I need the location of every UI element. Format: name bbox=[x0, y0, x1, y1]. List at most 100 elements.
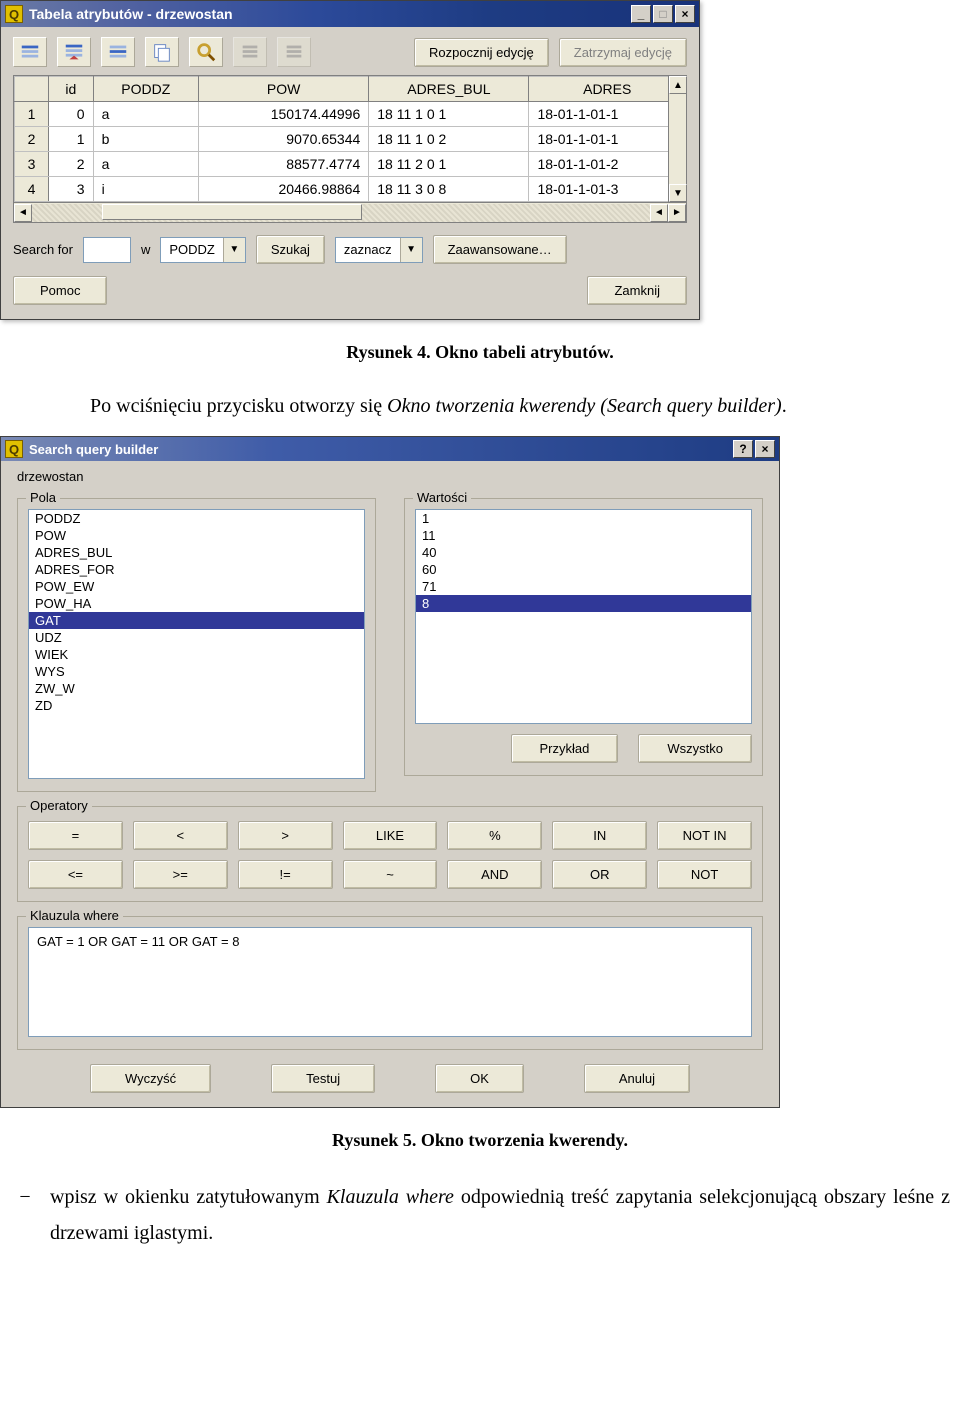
cell-adres-bul[interactable]: 18 11 3 0 8 bbox=[369, 177, 529, 202]
operator-button[interactable]: != bbox=[238, 860, 333, 889]
field-item[interactable]: WYS bbox=[29, 663, 364, 680]
value-item[interactable]: 11 bbox=[416, 527, 751, 544]
col-rownum[interactable] bbox=[15, 77, 49, 102]
cell-pow[interactable]: 150174.44996 bbox=[199, 102, 369, 127]
operator-button[interactable]: ~ bbox=[343, 860, 438, 889]
col-pow[interactable]: POW bbox=[199, 77, 369, 102]
copy-selection-icon[interactable] bbox=[145, 37, 179, 67]
search-field-combo[interactable]: PODDZ ▼ bbox=[160, 237, 246, 263]
clear-button[interactable]: Wyczyść bbox=[90, 1064, 211, 1093]
row-number[interactable]: 4 bbox=[15, 177, 49, 202]
field-item[interactable]: POW_HA bbox=[29, 595, 364, 612]
cell-adres[interactable]: 18-01-1-01-2 bbox=[529, 152, 686, 177]
cell-poddz[interactable]: a bbox=[93, 152, 198, 177]
scroll-down-icon[interactable]: ▼ bbox=[669, 184, 687, 202]
cell-poddz[interactable]: a bbox=[93, 102, 198, 127]
cell-adres-bul[interactable]: 18 11 1 0 1 bbox=[369, 102, 529, 127]
row-number[interactable]: 3 bbox=[15, 152, 49, 177]
help-button[interactable]: Pomoc bbox=[13, 276, 107, 305]
value-item[interactable]: 40 bbox=[416, 544, 751, 561]
col-id[interactable]: id bbox=[49, 77, 94, 102]
cell-id[interactable]: 2 bbox=[49, 152, 94, 177]
mark-combo[interactable]: zaznacz ▼ bbox=[335, 237, 423, 263]
cell-id[interactable]: 1 bbox=[49, 127, 94, 152]
cell-adres-bul[interactable]: 18 11 2 0 1 bbox=[369, 152, 529, 177]
field-item[interactable]: UDZ bbox=[29, 629, 364, 646]
close-button[interactable]: × bbox=[675, 5, 695, 23]
field-item[interactable]: GAT bbox=[29, 612, 364, 629]
operator-button[interactable]: IN bbox=[552, 821, 647, 850]
sample-button[interactable]: Przykład bbox=[511, 734, 619, 763]
operator-button[interactable]: OR bbox=[552, 860, 647, 889]
cell-adres[interactable]: 18-01-1-01-1 bbox=[529, 127, 686, 152]
values-listbox[interactable]: 1114060718 bbox=[415, 509, 752, 724]
cell-adres[interactable]: 18-01-1-01-1 bbox=[529, 102, 686, 127]
table-row[interactable]: 10a150174.4499618 11 1 0 118-01-1-01-1 bbox=[15, 102, 686, 127]
col-adres[interactable]: ADRES bbox=[529, 77, 686, 102]
field-item[interactable]: POW bbox=[29, 527, 364, 544]
operator-button[interactable]: AND bbox=[447, 860, 542, 889]
search-input[interactable] bbox=[83, 237, 131, 263]
cell-adres[interactable]: 18-01-1-01-3 bbox=[529, 177, 686, 202]
operator-button[interactable]: NOT bbox=[657, 860, 752, 889]
value-item[interactable]: 8 bbox=[416, 595, 751, 612]
operator-button[interactable]: >= bbox=[133, 860, 228, 889]
table-row[interactable]: 43i20466.9886418 11 3 0 818-01-1-01-3 bbox=[15, 177, 686, 202]
invert-selection-icon[interactable] bbox=[101, 37, 135, 67]
operator-button[interactable]: <= bbox=[28, 860, 123, 889]
value-item[interactable]: 1 bbox=[416, 510, 751, 527]
operator-button[interactable]: = bbox=[28, 821, 123, 850]
cell-poddz[interactable]: b bbox=[93, 127, 198, 152]
horizontal-scrollbar[interactable]: ◄ ◄ ► bbox=[14, 202, 686, 222]
ok-button[interactable]: OK bbox=[435, 1064, 524, 1093]
advanced-button[interactable]: Zaawansowane… bbox=[433, 235, 567, 264]
scroll-thumb[interactable] bbox=[102, 204, 362, 220]
move-selection-top-icon[interactable] bbox=[57, 37, 91, 67]
field-item[interactable]: ADRES_FOR bbox=[29, 561, 364, 578]
test-button[interactable]: Testuj bbox=[271, 1064, 375, 1093]
row-number[interactable]: 1 bbox=[15, 102, 49, 127]
scroll-right-icon[interactable]: ◄ bbox=[650, 204, 668, 222]
zoom-to-selection-icon[interactable] bbox=[189, 37, 223, 67]
table-row[interactable]: 32a88577.477418 11 2 0 118-01-1-01-2 bbox=[15, 152, 686, 177]
cell-pow[interactable]: 20466.98864 bbox=[199, 177, 369, 202]
col-adres-bul[interactable]: ADRES_BUL bbox=[369, 77, 529, 102]
cell-id[interactable]: 3 bbox=[49, 177, 94, 202]
titlebar[interactable]: Q Tabela atrybutów - drzewostan _ □ × bbox=[1, 1, 699, 27]
cancel-button[interactable]: Anuluj bbox=[584, 1064, 690, 1093]
cell-pow[interactable]: 88577.4774 bbox=[199, 152, 369, 177]
value-item[interactable]: 71 bbox=[416, 578, 751, 595]
all-button[interactable]: Wszystko bbox=[638, 734, 752, 763]
maximize-button[interactable]: □ bbox=[653, 5, 673, 23]
field-item[interactable]: ZW_W bbox=[29, 680, 364, 697]
help-win-button[interactable]: ? bbox=[733, 440, 753, 458]
field-item[interactable]: POW_EW bbox=[29, 578, 364, 595]
vertical-scrollbar[interactable]: ▲ ▼ bbox=[668, 76, 686, 202]
operator-button[interactable]: NOT IN bbox=[657, 821, 752, 850]
value-item[interactable]: 60 bbox=[416, 561, 751, 578]
cell-pow[interactable]: 9070.65344 bbox=[199, 127, 369, 152]
titlebar[interactable]: Q Search query builder ? × bbox=[1, 437, 779, 461]
dropdown-icon[interactable]: ▼ bbox=[400, 238, 422, 262]
unselect-all-icon[interactable] bbox=[13, 37, 47, 67]
fields-listbox[interactable]: PODDZPOWADRES_BULADRES_FORPOW_EWPOW_HAGA… bbox=[28, 509, 365, 779]
cell-adres-bul[interactable]: 18 11 1 0 2 bbox=[369, 127, 529, 152]
minimize-button[interactable]: _ bbox=[631, 5, 651, 23]
field-item[interactable]: ZD bbox=[29, 697, 364, 714]
operator-button[interactable]: > bbox=[238, 821, 333, 850]
col-poddz[interactable]: PODDZ bbox=[93, 77, 198, 102]
cell-id[interactable]: 0 bbox=[49, 102, 94, 127]
dropdown-icon[interactable]: ▼ bbox=[223, 238, 245, 262]
field-item[interactable]: WIEK bbox=[29, 646, 364, 663]
scroll-up-icon[interactable]: ▲ bbox=[669, 76, 687, 94]
start-edit-button[interactable]: Rozpocznij edycję bbox=[414, 38, 549, 67]
search-button[interactable]: Szukaj bbox=[256, 235, 325, 264]
close-button[interactable]: × bbox=[755, 440, 775, 458]
operator-button[interactable]: < bbox=[133, 821, 228, 850]
scroll-right2-icon[interactable]: ► bbox=[668, 204, 686, 222]
cell-poddz[interactable]: i bbox=[93, 177, 198, 202]
operator-button[interactable]: % bbox=[447, 821, 542, 850]
field-item[interactable]: PODDZ bbox=[29, 510, 364, 527]
scroll-left-icon[interactable]: ◄ bbox=[14, 204, 32, 222]
field-item[interactable]: ADRES_BUL bbox=[29, 544, 364, 561]
